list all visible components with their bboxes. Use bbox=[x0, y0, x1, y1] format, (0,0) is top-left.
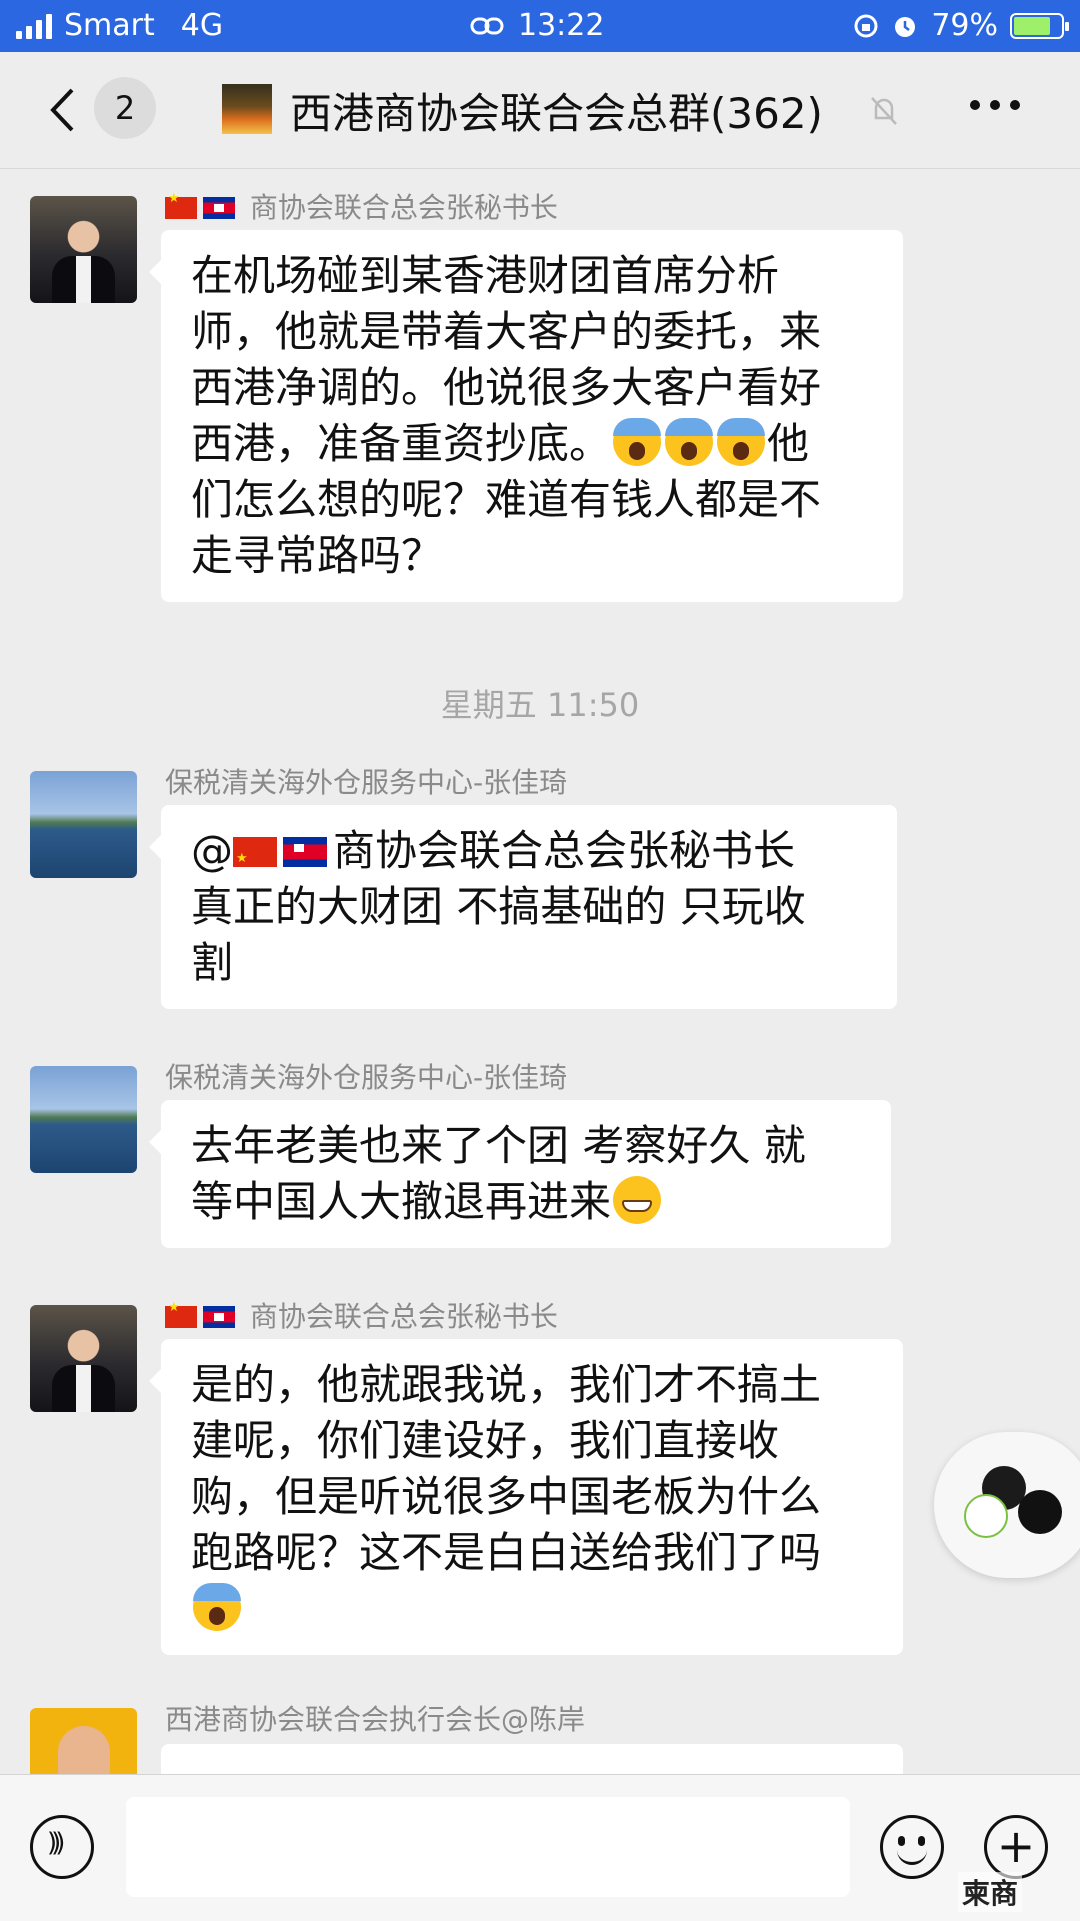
alarm-icon bbox=[895, 16, 916, 37]
cambodia-flag-icon bbox=[203, 197, 235, 219]
message-line: 建呢，你们建设好，我们直接收 bbox=[191, 1416, 780, 1465]
message-line: 在机场碰到某香港财团首席分析 bbox=[191, 251, 780, 300]
floating-avatar bbox=[964, 1494, 1008, 1538]
message-line: 西港，准备重资抄底。他 bbox=[191, 418, 810, 468]
chat-messages[interactable]: 商协会联合总会张秘书长 在机场碰到某香港财团首席分析 师，他就是带着大客户的委托… bbox=[0, 168, 1080, 1774]
sender-name: 保税清关海外仓服务中心-张佳琦 bbox=[165, 766, 568, 799]
input-bar: + bbox=[0, 1774, 1080, 1921]
message-line: 去年老美也来了个团 考察好久 就 bbox=[191, 1121, 806, 1170]
status-center: 13:22 bbox=[470, 8, 604, 43]
message-line: 真正的大财团 不搞基础的 只玩收 bbox=[191, 882, 806, 931]
floating-avatar bbox=[1018, 1490, 1062, 1534]
cambodia-flag-icon bbox=[283, 837, 327, 867]
sender-name: 西港商协会联合会执行会长@陈岸 bbox=[165, 1703, 586, 1736]
avatar[interactable] bbox=[30, 1066, 137, 1173]
sender-name: 商协会联合总会张秘书长 bbox=[165, 1295, 558, 1335]
message-input[interactable] bbox=[126, 1797, 850, 1897]
china-flag-icon bbox=[165, 1300, 197, 1328]
battery-level bbox=[1014, 16, 1051, 35]
more-dots-icon[interactable] bbox=[970, 100, 1020, 110]
network-label: 4G bbox=[180, 8, 224, 43]
message-line bbox=[191, 1581, 873, 1637]
emoji-icon[interactable] bbox=[880, 1815, 944, 1879]
bell-slash-icon bbox=[871, 97, 897, 125]
signal-icon bbox=[16, 13, 52, 39]
status-bar: Smart 4G 13:22 79% bbox=[0, 0, 1080, 52]
cambodia-flag-icon bbox=[203, 1306, 235, 1328]
message-line: 跑路呢？这不是白白送给我们了吗 bbox=[191, 1528, 822, 1577]
status-left: Smart 4G bbox=[16, 8, 223, 43]
scream-emoji-icon bbox=[193, 1583, 241, 1631]
message-bubble[interactable]: 去年老美也来了个团 考察好久 就 等中国人大撤退再进来 bbox=[149, 1100, 891, 1248]
scream-emoji-icon bbox=[717, 418, 766, 466]
grin-emoji-icon bbox=[613, 1176, 662, 1224]
message-line: 西港净调的。他说很多大客户看好 bbox=[191, 363, 822, 412]
scream-emoji-icon bbox=[665, 418, 714, 466]
orientation-lock-icon bbox=[854, 14, 878, 37]
message-bubble[interactable]: @商协会联合总会张秘书长 真正的大财团 不搞基础的 只玩收 割 bbox=[149, 805, 897, 1009]
sender-name: 保税清关海外仓服务中心-张佳琦 bbox=[165, 1061, 568, 1094]
chat-title: 西港商协会联合会总群(362) bbox=[290, 89, 823, 138]
watermark: 柬商 bbox=[958, 1872, 1023, 1912]
message-line: @商协会联合总会张秘书长 bbox=[191, 823, 867, 887]
china-flag-icon bbox=[165, 191, 197, 219]
chat-header: 2 西港商协会联合会总群(362) bbox=[0, 52, 1080, 169]
clock: 13:22 bbox=[518, 8, 605, 43]
group-avatar bbox=[222, 84, 272, 134]
message-bubble[interactable] bbox=[161, 1744, 903, 1774]
sender-name: 商协会联合总会张秘书长 bbox=[165, 186, 558, 226]
avatar[interactable] bbox=[30, 1305, 137, 1412]
message-timestamp: 星期五 11:50 bbox=[440, 686, 640, 724]
battery-icon bbox=[1010, 12, 1069, 39]
unread-count-badge[interactable]: 2 bbox=[94, 77, 156, 139]
avatar[interactable] bbox=[30, 196, 137, 303]
status-right: 79% bbox=[853, 8, 1069, 43]
message-line: 等中国人大撤退再进来 bbox=[191, 1174, 861, 1230]
battery-percent: 79% bbox=[931, 8, 998, 43]
plus-icon[interactable]: + bbox=[984, 1815, 1048, 1879]
avatar[interactable] bbox=[30, 1708, 137, 1774]
link-icon bbox=[470, 17, 504, 34]
floating-window-button[interactable] bbox=[934, 1432, 1080, 1578]
message-line: 购，但是听说很多中国老板为什么 bbox=[191, 1472, 822, 1521]
scream-emoji-icon bbox=[613, 418, 662, 466]
message-line: 是的，他就跟我说，我们才不搞土 bbox=[191, 1360, 822, 1409]
message-bubble[interactable]: 是的，他就跟我说，我们才不搞土 建呢，你们建设好，我们直接收 购，但是听说很多中… bbox=[149, 1339, 903, 1655]
message-line: 们怎么想的呢？难道有钱人都是不 bbox=[191, 475, 822, 524]
message-line: 走寻常路吗？ bbox=[191, 531, 444, 580]
message-bubble[interactable]: 在机场碰到某香港财团首席分析 师，他就是带着大客户的委托，来 西港净调的。他说很… bbox=[149, 230, 903, 602]
carrier-label: Smart bbox=[64, 8, 155, 43]
avatar[interactable] bbox=[30, 771, 137, 878]
message-line: 师，他就是带着大客户的委托，来 bbox=[191, 307, 822, 356]
chevron-left-icon[interactable] bbox=[48, 87, 76, 133]
china-flag-icon bbox=[233, 831, 277, 887]
message-line: 割 bbox=[191, 938, 234, 987]
voice-icon[interactable] bbox=[30, 1815, 94, 1879]
